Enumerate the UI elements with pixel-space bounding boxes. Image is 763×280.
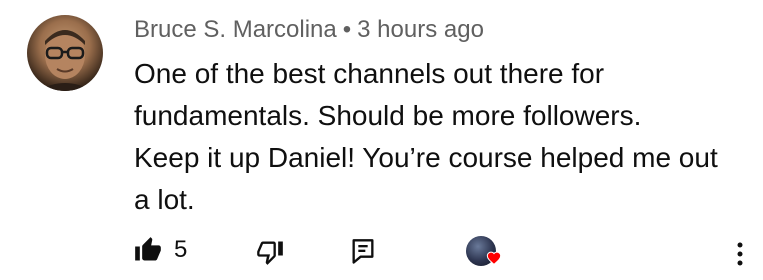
creator-heart-badge[interactable] [466,236,502,266]
like-count: 5 [174,236,188,263]
thumbs-down-outline-icon [257,241,283,265]
more-options-button[interactable] [733,240,747,268]
author-name[interactable]: Bruce S. Marcolina [134,16,337,43]
reply-button[interactable] [350,238,376,266]
creator-heart-badge-icon [486,251,502,265]
avatar-portrait [37,30,93,91]
reply-comment-icon [352,239,374,264]
dislike-button[interactable] [256,238,284,266]
comment-meta: Bruce S. Marcolina • 3 hours ago [134,16,484,44]
more-vertical-icon [737,242,743,266]
avatar[interactable] [27,15,103,91]
comment-text-line: Keep it up Daniel! You’re course helped … [134,142,718,173]
thumbs-up-filled-icon [135,237,161,261]
comment-timestamp[interactable]: 3 hours ago [357,16,484,43]
like-button[interactable]: 5 [134,236,187,264]
comment-actions: 5 [0,236,763,276]
comment-text-line: a lot. [134,184,195,215]
comment-text-line: One of the best channels out there for [134,58,605,89]
meta-separator: • [342,16,352,43]
comment-text: One of the best channels out there for f… [134,53,749,221]
comment-text-line: fundamentals. Should be more followers. [134,100,642,131]
